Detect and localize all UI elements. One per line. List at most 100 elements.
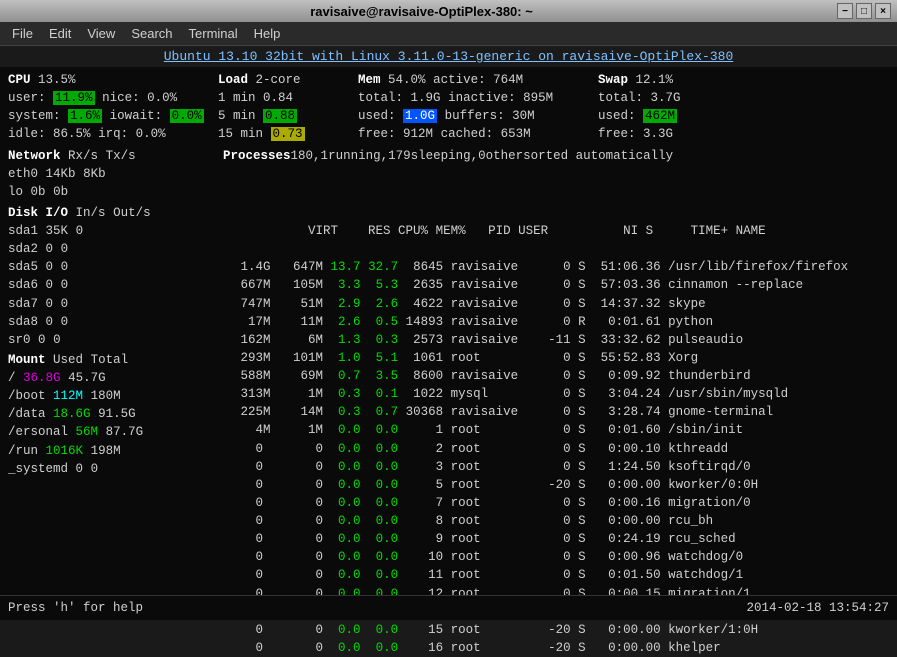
minimize-btn[interactable]: − — [837, 3, 853, 19]
table-row: 225M 14M 0.3 0.7 30368 ravisaive 0 S 3:2… — [218, 403, 889, 421]
mount-label: Mount — [8, 353, 46, 367]
mount-ersonal-name: /ersonal — [8, 425, 68, 439]
sda2-name: sda2 — [8, 242, 38, 256]
table-row: 747M 51M 2.9 2.6 4622 ravisaive 0 S 14:3… — [218, 295, 889, 313]
mount-data-total: 91.5G — [98, 407, 136, 421]
network-processes-row: Network Rx/s Tx/s eth0 14Kb 8Kb lo 0b — [8, 147, 889, 201]
table-row: 313M 1M 0.3 0.1 1022 mysql 0 S 3:04.24 /… — [218, 385, 889, 403]
swap-total-val: 3.7G — [651, 91, 681, 105]
user-val: 11.9% — [53, 91, 95, 105]
table-row: 0 0 0.0 0.0 3 root 0 S 1:24.50 ksoftirqd… — [218, 458, 889, 476]
lower-area: Disk I/O In/s Out/s sda1 35K 0 sda2 0 0 … — [8, 204, 889, 657]
load-5min-label: 5 min — [218, 109, 256, 123]
menu-file[interactable]: File — [4, 24, 41, 43]
rx-label: Rx/s — [68, 149, 98, 163]
table-row: 0 0 0.0 0.0 11 root 0 S 0:01.50 watchdog… — [218, 566, 889, 584]
process-table: VIRT RES CPU% MEM% PID USER NI S TIME+ N… — [218, 204, 889, 657]
sda7-name: sda7 — [8, 297, 38, 311]
mem-cached-label: cached: — [441, 127, 494, 141]
swap-pct: 12.1% — [636, 73, 674, 87]
cpu-section: CPU 13.5% user: 11.9% nice: 0.0% system:… — [8, 71, 208, 144]
idle-val: 86.5% — [53, 127, 91, 141]
sda8-name: sda8 — [8, 315, 38, 329]
mem-free-label: free: — [358, 127, 396, 141]
proc-table-header: VIRT RES CPU% MEM% PID USER NI S TIME+ N… — [218, 204, 889, 258]
sda8-out: 0 — [61, 315, 69, 329]
load-1min-label: 1 min — [218, 91, 256, 105]
sda5-out: 0 — [61, 260, 69, 274]
proc-running: 1 — [321, 147, 329, 165]
table-row: 588M 69M 0.7 3.5 8600 ravisaive 0 S 0:09… — [218, 367, 889, 385]
load-section: Load 2-core 1 min 0.84 5 min 0.88 15 min… — [218, 71, 348, 144]
swap-free-val: 3.3G — [643, 127, 673, 141]
subtitle-bar: Ubuntu 13.10 32bit with Linux 3.11.0-13-… — [0, 46, 897, 67]
mem-free-val: 912M — [403, 127, 433, 141]
table-row: 162M 6M 1.3 0.3 2573 ravisaive -11 S 33:… — [218, 331, 889, 349]
title-text: ravisaive@ravisaive-OptiPlex-380: ~ — [6, 4, 837, 19]
iowait-label: iowait: — [110, 109, 163, 123]
mount-boot-name: /boot — [8, 389, 46, 403]
table-row: 4M 1M 0.0 0.0 1 root 0 S 0:01.60 /sbin/i… — [218, 421, 889, 439]
mount-run-used: 1016K — [46, 444, 84, 458]
menu-view[interactable]: View — [79, 24, 123, 43]
eth0-rx: 14Kb — [46, 167, 76, 181]
system-val: 1.6% — [68, 109, 102, 123]
load-1min: 0.84 — [263, 91, 293, 105]
lo-name: lo — [8, 185, 23, 199]
system-label: system: — [8, 109, 61, 123]
swap-free-label: free: — [598, 127, 636, 141]
mount-root-total: 45.7G — [68, 371, 106, 385]
proc-other: 0 — [478, 147, 486, 165]
sr0-in: 0 — [38, 333, 46, 347]
load-cores: 2-core — [256, 73, 301, 87]
mount-data-name: /data — [8, 407, 46, 421]
sda7-out: 0 — [61, 297, 69, 311]
sda2-in: 0 — [46, 242, 54, 256]
mount-systemd-used: 0 — [76, 462, 84, 476]
disk-in-label: In/s — [76, 206, 106, 220]
mem-used-label: used: — [358, 109, 396, 123]
mem-inactive-val: 895M — [523, 91, 553, 105]
mount-total-label: Total — [91, 353, 129, 367]
swap-total-label: total: — [598, 91, 643, 105]
mount-run-total: 198M — [91, 444, 121, 458]
menu-help[interactable]: Help — [246, 24, 289, 43]
iowait-val: 0.0% — [170, 109, 204, 123]
proc-total: 180 — [291, 147, 314, 165]
maximize-btn[interactable]: □ — [856, 3, 872, 19]
sda1-name: sda1 — [8, 224, 38, 238]
mem-inactive-label: inactive: — [448, 91, 516, 105]
mem-pct: 54.0% — [388, 73, 426, 87]
menu-terminal[interactable]: Terminal — [181, 24, 246, 43]
menu-bar: File Edit View Search Terminal Help — [0, 22, 897, 46]
lo-rx: 0b — [31, 185, 46, 199]
processes-summary: Processes 180 , 1 running, 179 sleeping,… — [223, 147, 673, 201]
left-panel: Disk I/O In/s Out/s sda1 35K 0 sda2 0 0 … — [8, 204, 208, 657]
swap-section: Swap 12.1% total: 3.7G used: 462M free: … — [598, 71, 738, 144]
close-btn[interactable]: × — [875, 3, 891, 19]
nice-label: nice: — [102, 91, 140, 105]
main-content: CPU 13.5% user: 11.9% nice: 0.0% system:… — [0, 67, 897, 620]
mount-ersonal-total: 87.7G — [106, 425, 144, 439]
menu-edit[interactable]: Edit — [41, 24, 79, 43]
mount-ersonal-used: 56M — [76, 425, 99, 439]
sda5-in: 0 — [46, 260, 54, 274]
table-row: 0 0 0.0 0.0 9 root 0 S 0:24.19 rcu_sched — [218, 530, 889, 548]
mem-active-label: active: — [433, 73, 486, 87]
sr0-name: sr0 — [8, 333, 31, 347]
sda2-out: 0 — [61, 242, 69, 256]
load-15min: 0.73 — [271, 127, 305, 141]
load-15min-label: 15 min — [218, 127, 263, 141]
table-row: 0 0 0.0 0.0 2 root 0 S 0:00.10 kthreadd — [218, 440, 889, 458]
cpu-total: 13.5% — [38, 73, 76, 87]
sda6-out: 0 — [61, 278, 69, 292]
mount-systemd-total: 0 — [91, 462, 99, 476]
help-text: Press 'h' for help — [8, 599, 143, 617]
menu-search[interactable]: Search — [123, 24, 180, 43]
user-label: user: — [8, 91, 46, 105]
sda5-name: sda5 — [8, 260, 38, 274]
lo-tx: 0b — [53, 185, 68, 199]
mem-cached-val: 653M — [501, 127, 531, 141]
stats-top: CPU 13.5% user: 11.9% nice: 0.0% system:… — [8, 71, 889, 144]
table-row: 0 0 0.0 0.0 5 root -20 S 0:00.00 kworker… — [218, 476, 889, 494]
